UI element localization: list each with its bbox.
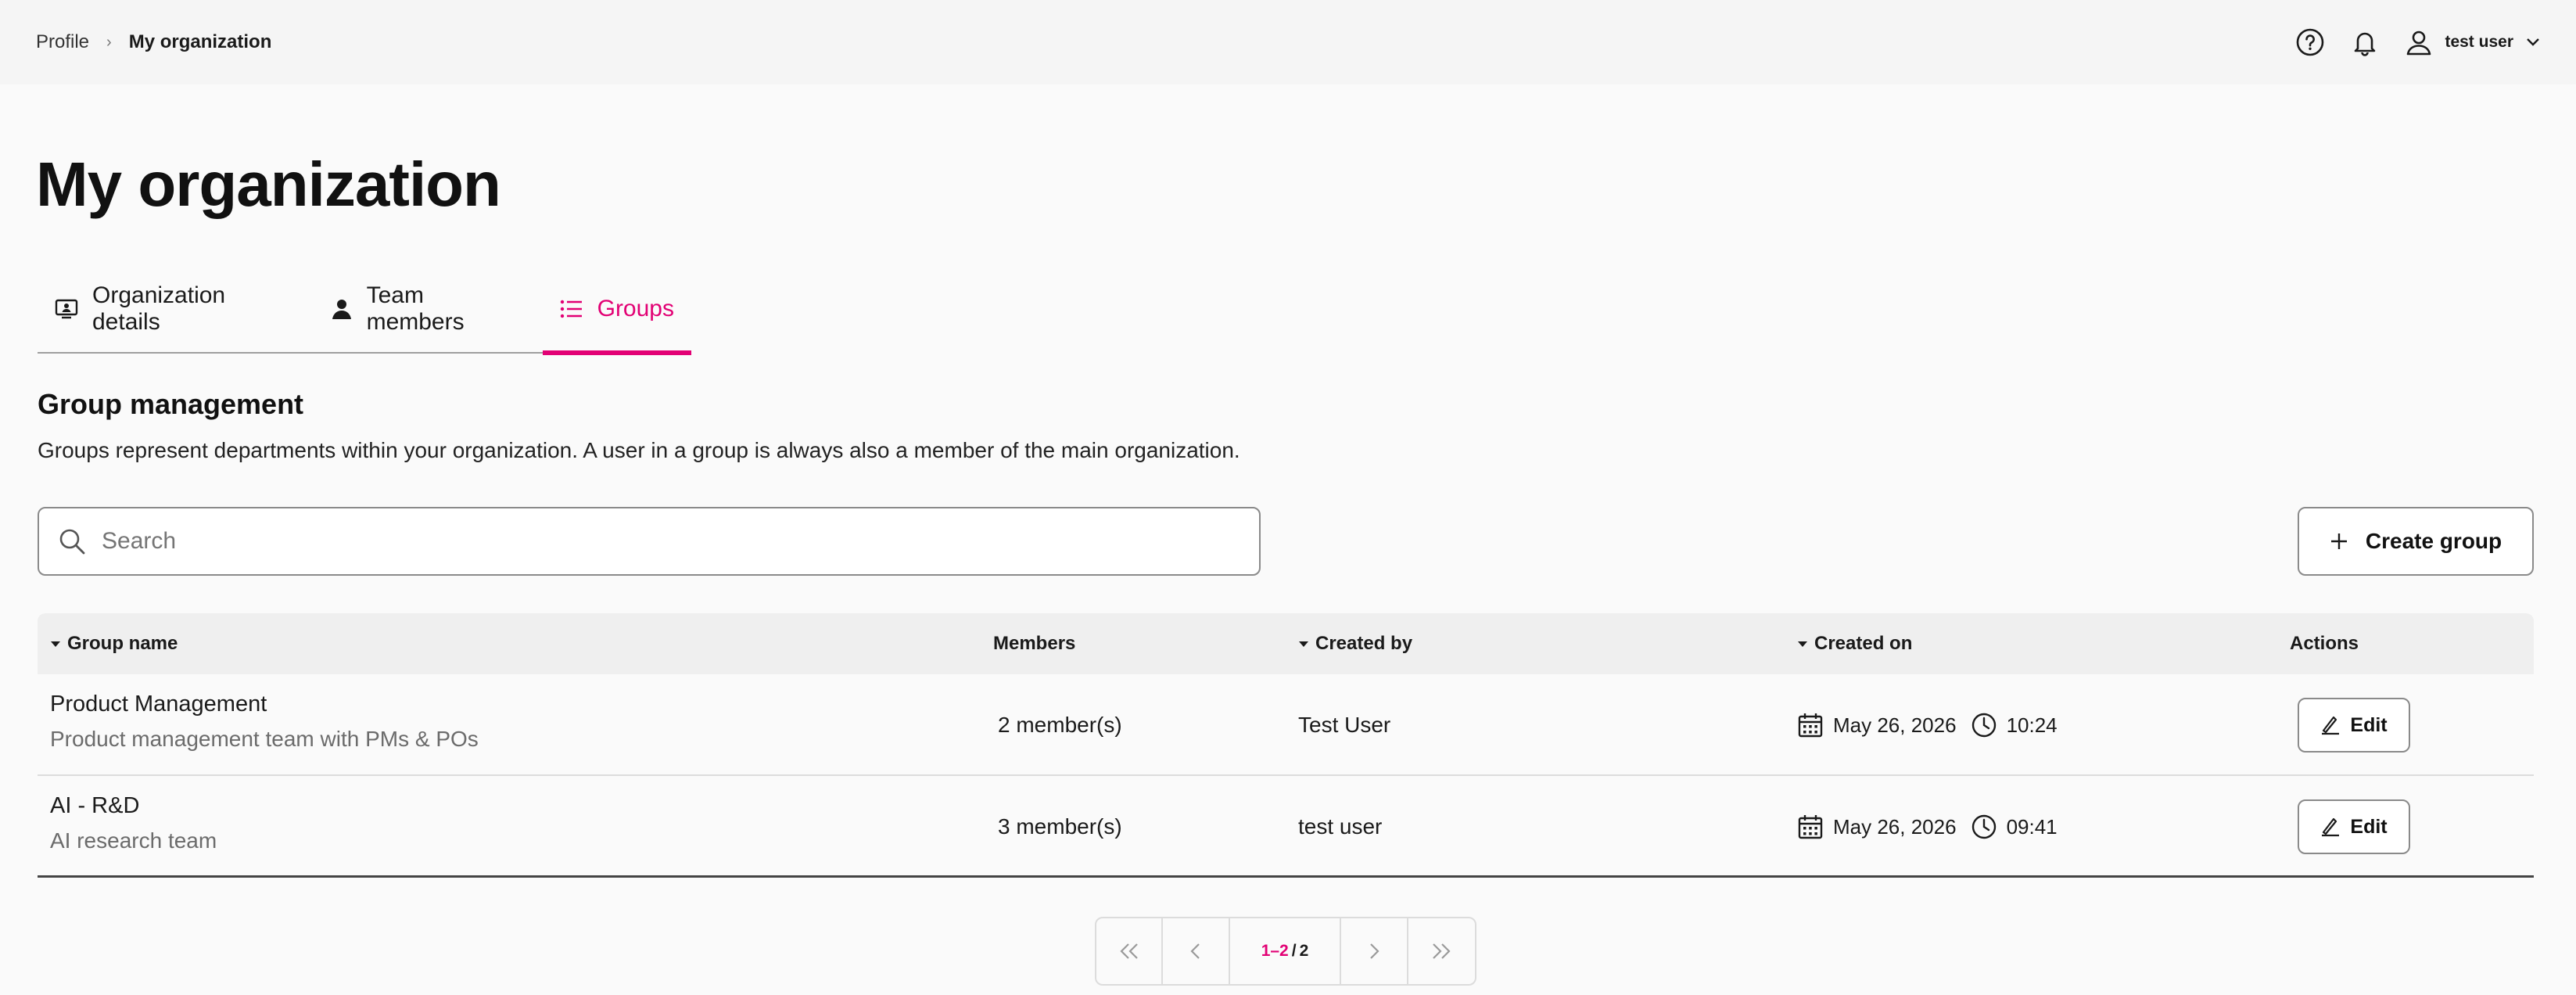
bell-icon[interactable] [2349, 27, 2380, 58]
group-name: AI - R&D [50, 793, 140, 818]
tab-label: Groups [597, 296, 674, 321]
header-actions: test user [2271, 27, 2540, 58]
column-label: Created by [1315, 633, 1413, 654]
tab-groups[interactable]: Groups [542, 266, 692, 355]
group-description: AI research team [50, 828, 217, 853]
column-label: Actions [2290, 633, 2359, 654]
tab-team-members[interactable]: Team members [314, 266, 543, 352]
search-icon [58, 527, 86, 555]
edit-label: Edit [2350, 815, 2388, 838]
group-name: Product Management [50, 691, 267, 717]
page-separator: / [1291, 942, 1297, 960]
chevron-down-icon [2526, 38, 2540, 47]
column-header-members: Members [993, 633, 1075, 655]
section-description: Groups represent departments within your… [38, 438, 1240, 462]
breadcrumb-item-profile[interactable]: Profile [36, 31, 89, 53]
pen-icon [2320, 715, 2341, 735]
plus-icon [2330, 532, 2348, 551]
user-menu[interactable]: test user [2404, 27, 2540, 57]
pen-icon [2320, 817, 2341, 837]
column-label: Members [993, 633, 1076, 654]
column-header-created-by[interactable]: Created by [1298, 633, 1412, 655]
table-header: Group name Members Created by Created on… [38, 613, 2534, 674]
previous-page-button[interactable] [1163, 918, 1230, 984]
list-icon [560, 299, 583, 319]
column-header-group-name[interactable]: Group name [50, 633, 178, 655]
clock-icon [1971, 712, 1997, 738]
created-time: 10:24 [2006, 713, 2058, 737]
created-by: Test User [1298, 713, 1391, 737]
double-chevron-left-icon [1118, 943, 1141, 960]
create-group-button[interactable]: Create group [2298, 507, 2534, 576]
edit-button[interactable]: Edit [2298, 799, 2410, 854]
pagination: 1–2 / 2 [1095, 917, 1476, 986]
created-by: test user [1298, 814, 1383, 839]
organization-icon [55, 298, 78, 320]
search-box [38, 507, 1261, 576]
created-on: May 26, 2026 10:24 [1797, 674, 2058, 776]
page-indicator: 1–2 / 2 [1230, 918, 1342, 984]
created-time: 09:41 [2006, 814, 2058, 839]
user-name: test user [2445, 33, 2513, 51]
double-chevron-right-icon [1430, 943, 1453, 960]
breadcrumb-current: My organization [128, 31, 272, 52]
tab-label: Team members [366, 282, 465, 335]
person-icon [331, 298, 353, 320]
sort-caret-icon [50, 640, 61, 648]
page-total: 2 [1299, 942, 1309, 960]
column-label: Group name [67, 633, 178, 654]
created-on: May 26, 2026 09:41 [1797, 776, 2058, 878]
groups-table: Group name Members Created by Created on… [38, 613, 2534, 878]
search-input[interactable] [102, 528, 1240, 555]
breadcrumb: Profile › My organization [36, 31, 271, 53]
table-row: Product Management Product management te… [38, 674, 2534, 776]
group-name-cell: Product Management Product management te… [50, 691, 479, 752]
members-count: 2 member(s) [998, 713, 1122, 737]
tab-label: Organization details [92, 282, 226, 335]
edit-button[interactable]: Edit [2298, 698, 2410, 753]
column-header-created-on[interactable]: Created on [1797, 633, 1912, 655]
calendar-icon [1797, 712, 1824, 738]
sort-caret-icon [1797, 640, 1808, 648]
tab-organization-details[interactable]: Organization details [38, 266, 314, 352]
first-page-button[interactable] [1096, 918, 1164, 984]
edit-label: Edit [2350, 713, 2388, 736]
table-row: AI - R&D AI research team 3 member(s) te… [38, 776, 2534, 878]
group-description: Product management team with PMs & POs [50, 727, 479, 751]
calendar-icon [1797, 814, 1824, 840]
create-group-label: Create group [2365, 529, 2502, 553]
tab-bar: Organization details Team members Groups [38, 266, 692, 355]
page-title: My organization [36, 149, 501, 219]
created-date: May 26, 2026 [1833, 814, 1957, 839]
breadcrumb-separator: › [106, 33, 112, 51]
chevron-right-icon [1367, 943, 1381, 960]
members-count: 3 member(s) [998, 814, 1122, 839]
next-page-button[interactable] [1341, 918, 1408, 984]
chevron-left-icon [1189, 943, 1203, 960]
column-label: Created on [1814, 633, 1913, 654]
section-title: Group management [38, 388, 304, 420]
page-range: 1–2 [1261, 942, 1289, 960]
top-bar: Profile › My organization test user [0, 0, 2576, 84]
last-page-button[interactable] [1408, 918, 1475, 984]
group-name-cell: AI - R&D AI research team [50, 793, 217, 853]
sort-caret-icon [1298, 640, 1309, 648]
column-header-actions: Actions [2290, 633, 2359, 655]
created-date: May 26, 2026 [1833, 713, 1957, 737]
help-icon[interactable] [2294, 27, 2326, 58]
clock-icon [1971, 814, 1997, 840]
user-icon [2404, 27, 2434, 57]
